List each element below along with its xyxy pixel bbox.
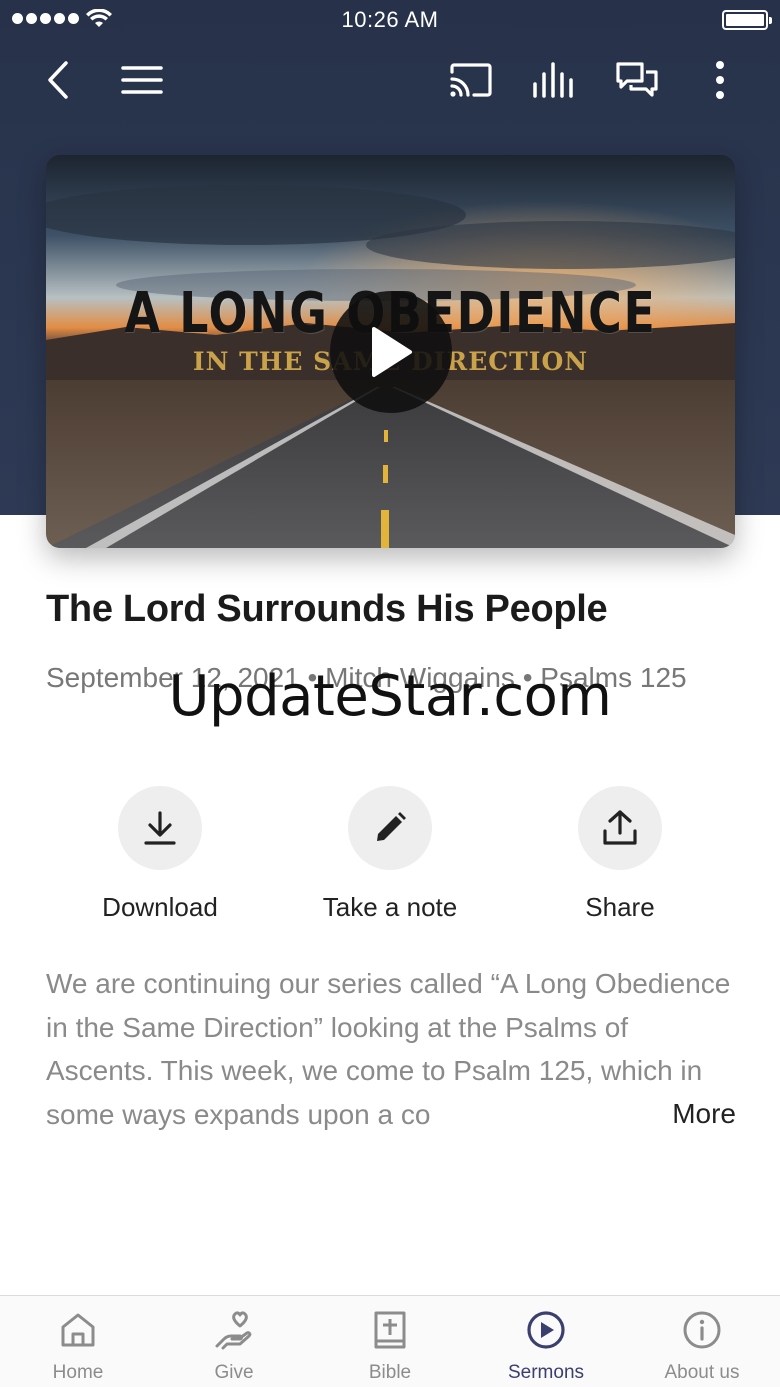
- tab-sermons-label: Sermons: [507, 1362, 585, 1383]
- home-icon: [61, 1313, 95, 1347]
- tab-bar: Home Give Bible Sermons About us: [0, 1295, 780, 1387]
- play-icon: [372, 327, 412, 377]
- share-icon: [603, 810, 637, 845]
- more-vertical-icon[interactable]: [696, 56, 744, 104]
- tab-give-label: Give: [214, 1362, 254, 1383]
- download-button[interactable]: Download: [45, 786, 275, 923]
- play-button[interactable]: [330, 291, 452, 413]
- tab-give[interactable]: Give: [156, 1296, 312, 1387]
- sermon-title: The Lord Surrounds His People: [46, 588, 608, 630]
- battery-icon: [722, 10, 772, 30]
- tab-about-us-label: About us: [664, 1362, 740, 1383]
- download-icon: [144, 811, 176, 845]
- share-button[interactable]: Share: [505, 786, 735, 923]
- tab-sermons[interactable]: Sermons: [468, 1296, 624, 1387]
- cast-icon[interactable]: [447, 56, 495, 104]
- pencil-icon: [377, 812, 406, 841]
- download-label: Download: [102, 892, 218, 922]
- tab-bible[interactable]: Bible: [312, 1296, 468, 1387]
- chat-icon[interactable]: [613, 56, 661, 104]
- status-bar: 10:26 AM: [0, 0, 780, 40]
- give-heart-icon: [215, 1311, 252, 1350]
- tab-home-label: Home: [52, 1362, 104, 1383]
- info-icon: [683, 1311, 721, 1349]
- tab-home[interactable]: Home: [0, 1296, 156, 1387]
- play-circle-icon: [527, 1311, 565, 1349]
- bible-icon: [374, 1311, 406, 1349]
- status-time: 10:26 AM: [341, 7, 439, 32]
- sermon-description: We are continuing our series called “A L…: [46, 962, 736, 1136]
- more-link[interactable]: More: [672, 1092, 736, 1136]
- take-note-button[interactable]: Take a note: [275, 786, 505, 923]
- menu-icon[interactable]: [118, 56, 166, 104]
- back-icon[interactable]: [34, 56, 82, 104]
- take-note-label: Take a note: [322, 892, 458, 922]
- audio-bars-icon[interactable]: [530, 56, 578, 104]
- tab-about-us[interactable]: About us: [624, 1296, 780, 1387]
- tab-bible-label: Bible: [368, 1362, 412, 1383]
- sermon-video-thumbnail[interactable]: A LONG OBEDIENCE IN THE SAME DIRECTION: [46, 155, 735, 548]
- share-label: Share: [585, 892, 655, 922]
- watermark: UpdateStar.com: [168, 664, 612, 729]
